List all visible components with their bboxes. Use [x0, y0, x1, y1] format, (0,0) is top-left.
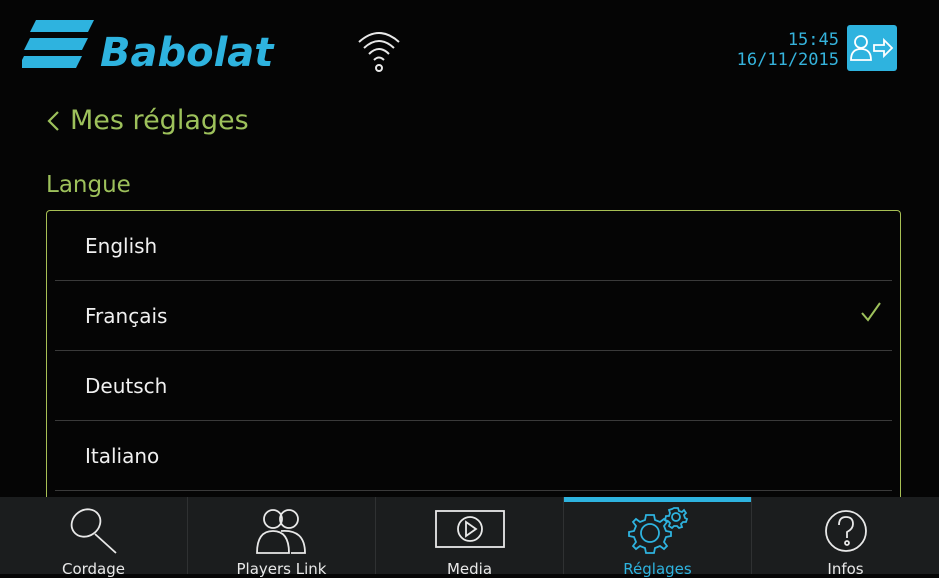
logout-button[interactable]	[847, 25, 897, 71]
language-label: English	[85, 233, 158, 258]
chevron-left-icon	[47, 110, 59, 131]
back-label: Mes réglages	[70, 105, 249, 136]
language-option-deutsch[interactable]: Deutsch	[55, 351, 892, 421]
gears-icon	[627, 507, 688, 554]
language-list: English Français Deutsch Italiano	[46, 210, 901, 510]
language-label: Deutsch	[85, 373, 168, 398]
brand-text: Babolat	[100, 30, 275, 76]
header-bar: Babolat 15:45 16/11/2015	[0, 0, 939, 90]
babolat-logo: Babolat	[18, 18, 332, 80]
tab-cordage[interactable]: Cordage	[0, 497, 188, 578]
bottom-tab-bar: Cordage Players Link Media Réglages Info…	[0, 497, 939, 578]
tab-label: Infos	[827, 560, 864, 578]
language-label: Italiano	[85, 443, 160, 468]
racket-icon	[70, 508, 117, 554]
language-label: Français	[85, 303, 168, 328]
tab-label: Players Link	[236, 560, 327, 578]
wifi-icon	[356, 26, 402, 80]
tab-reglages[interactable]: Réglages	[564, 497, 752, 578]
tab-label: Cordage	[61, 560, 126, 578]
play-icon	[434, 510, 505, 548]
checkmark-icon	[861, 302, 881, 322]
tab-label: Media	[446, 560, 493, 578]
section-title: Langue	[46, 172, 131, 198]
date-text: 16/11/2015	[736, 50, 839, 70]
players-icon	[255, 509, 306, 554]
user-logout-icon	[850, 35, 894, 61]
question-icon	[824, 510, 867, 552]
language-option-italiano[interactable]: Italiano	[55, 421, 892, 491]
time-text: 15:45	[787, 30, 839, 50]
tab-players-link[interactable]: Players Link	[188, 497, 376, 578]
back-button[interactable]: Mes réglages	[46, 105, 249, 136]
tab-infos[interactable]: Infos	[752, 497, 939, 578]
clock: 15:45 16/11/2015	[737, 30, 839, 70]
language-option-english[interactable]: English	[55, 211, 892, 281]
language-option-francais[interactable]: Français	[55, 281, 892, 351]
tab-media[interactable]: Media	[376, 497, 564, 578]
tab-label: Réglages	[623, 560, 692, 578]
